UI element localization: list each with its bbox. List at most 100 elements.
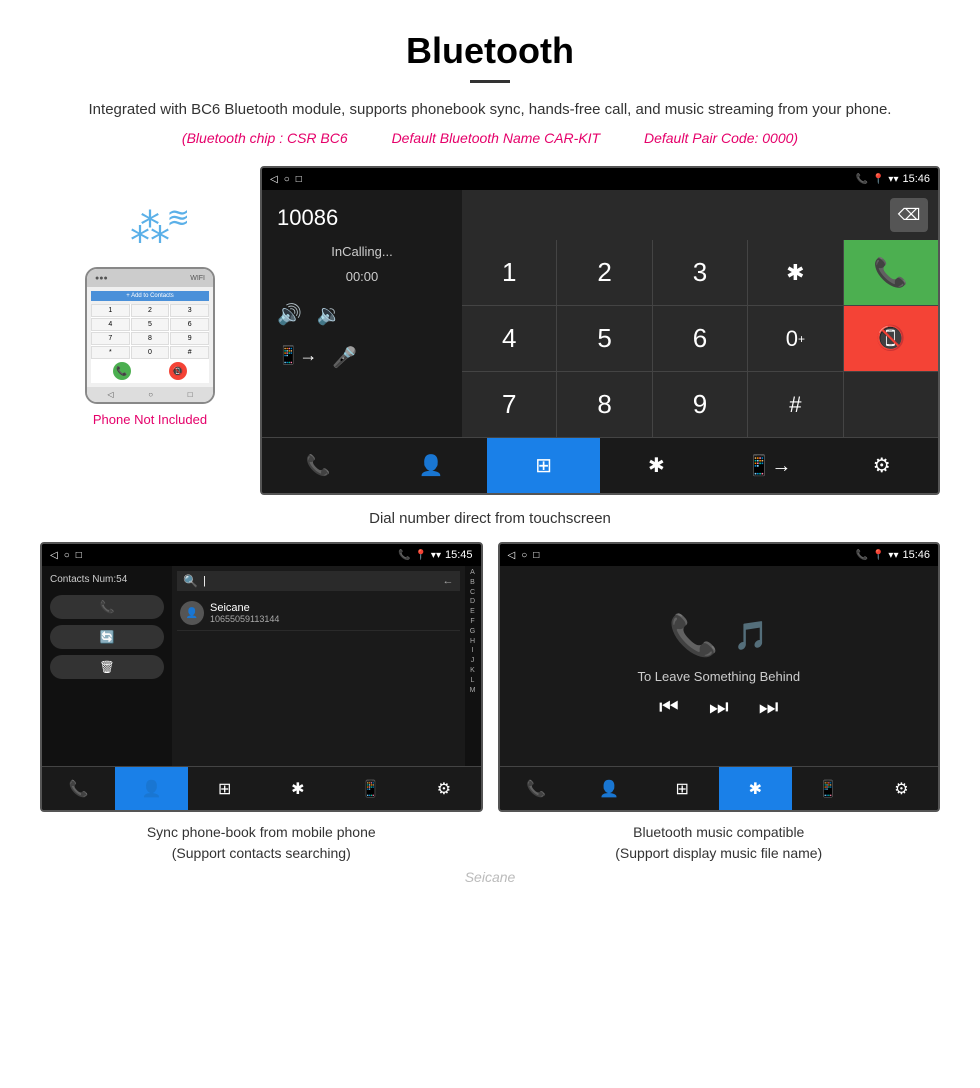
small-nav-settings[interactable]: ⚙	[407, 767, 480, 810]
contacts-recent-icon[interactable]: □	[76, 550, 82, 561]
nav-phone-transfer[interactable]: 📱→	[713, 438, 826, 493]
call-button[interactable]: 📞	[844, 240, 938, 305]
alpha-l[interactable]: L	[471, 676, 475, 686]
music-nav-bluetooth[interactable]: ✱	[719, 767, 792, 810]
bluetooth-info: (Bluetooth chip : CSR BC6 Default Blueto…	[60, 130, 920, 146]
contacts-back-icon[interactable]: ◁	[50, 550, 58, 561]
call-icon: 📞	[856, 174, 868, 185]
key-5[interactable]: 5	[557, 306, 651, 371]
contact-item[interactable]: 👤 Seicane 10655059113144	[177, 596, 460, 631]
small-nav-bluetooth[interactable]: ✱	[261, 767, 334, 810]
phone-screen: + Add to Contacts 1 2 3 4 5 6 7 8 9 * 0	[87, 287, 213, 387]
phone-key-9[interactable]: 9	[170, 332, 209, 345]
search-back-icon[interactable]: ←	[443, 575, 454, 587]
nav-settings[interactable]: ⚙	[825, 438, 938, 493]
sync-action-btn[interactable]: 🔄	[50, 625, 164, 649]
contact-avatar: 👤	[180, 601, 204, 625]
contacts-home-icon[interactable]: ○	[64, 550, 70, 561]
phone-key-star[interactable]: *	[91, 346, 130, 359]
phone-key-hash[interactable]: #	[170, 346, 209, 359]
phone-end-btn[interactable]: 📵	[169, 362, 187, 380]
alpha-j[interactable]: J	[471, 656, 475, 666]
phone-key-7[interactable]: 7	[91, 332, 130, 345]
nav-contacts[interactable]: 👤	[375, 438, 488, 493]
alpha-k[interactable]: K	[470, 666, 475, 676]
key-1[interactable]: 1	[462, 240, 556, 305]
music-caption-text: Bluetooth music compatible	[498, 822, 941, 843]
mic-icon[interactable]: 🎤	[332, 345, 357, 370]
alpha-d[interactable]: D	[470, 597, 475, 607]
key-9[interactable]: 9	[653, 372, 747, 437]
phone-key-0[interactable]: 0	[131, 346, 170, 359]
phone-key-1[interactable]: 1	[91, 304, 130, 317]
contacts-status-right: 📞 📍 ▾▾ 15:45	[398, 549, 472, 561]
key-3[interactable]: 3	[653, 240, 747, 305]
transfer-icon[interactable]: 📱→	[277, 345, 317, 370]
key-7[interactable]: 7	[462, 372, 556, 437]
sync-action-icon: 🔄	[100, 630, 115, 644]
volume-up-icon[interactable]: 🔊	[277, 302, 302, 327]
phone-key-8[interactable]: 8	[131, 332, 170, 345]
alpha-c[interactable]: C	[470, 588, 475, 598]
music-home-icon[interactable]: ○	[521, 550, 527, 561]
phone-call-btn[interactable]: 📞	[113, 362, 131, 380]
header-description: Integrated with BC6 Bluetooth module, su…	[60, 98, 920, 122]
key-2[interactable]: 2	[557, 240, 651, 305]
alpha-a[interactable]: A	[470, 568, 475, 578]
dial-status-bar: ◁ ○ □ 📞 📍 ▾▾ 15:46	[262, 168, 938, 190]
alpha-m[interactable]: M	[470, 686, 476, 696]
music-back-icon[interactable]: ◁	[508, 550, 516, 561]
phone-key-2[interactable]: 2	[131, 304, 170, 317]
volume-down-icon[interactable]: 🔉	[317, 302, 342, 327]
call-action-btn[interactable]: 📞	[50, 595, 164, 619]
recent-nav-icon[interactable]: □	[296, 174, 302, 185]
key-8[interactable]: 8	[557, 372, 651, 437]
play-pause-button[interactable]: ⏭	[709, 694, 729, 720]
backspace-button[interactable]: ⌫	[890, 198, 928, 232]
contacts-list-area: 🔍 | ← 👤 Seicane 10655059113144	[172, 566, 465, 766]
alpha-g[interactable]: G	[470, 627, 475, 637]
delete-action-btn[interactable]: 🗑	[50, 655, 164, 679]
music-nav-contacts[interactable]: 👤	[573, 767, 646, 810]
music-recent-icon[interactable]: □	[533, 550, 539, 561]
home-nav-icon[interactable]: ○	[284, 174, 290, 185]
phone-key-3[interactable]: 3	[170, 304, 209, 317]
music-nav-settings[interactable]: ⚙	[865, 767, 938, 810]
key-6[interactable]: 6	[653, 306, 747, 371]
back-nav-icon[interactable]: ◁	[270, 174, 278, 185]
nav-call[interactable]: 📞	[262, 438, 375, 493]
music-status-bar: ◁ ○ □ 📞 📍 ▾▾ 15:46	[500, 544, 939, 566]
small-nav-contacts[interactable]: 👤	[115, 767, 188, 810]
dial-left-panel: 10086 InCalling... 00:00 🔊 🔉 📱→ 🎤	[262, 190, 462, 437]
alpha-b[interactable]: B	[470, 578, 475, 588]
dial-calling-status: InCalling...	[277, 244, 447, 259]
nav-dialpad[interactable]: ⊞	[487, 438, 600, 493]
key-star[interactable]: ✱	[748, 240, 842, 305]
phone-key-5[interactable]: 5	[131, 318, 170, 331]
alpha-e[interactable]: E	[470, 607, 475, 617]
next-track-button[interactable]: ⏭	[759, 694, 779, 720]
wifi-icon: ▾▾	[888, 174, 898, 185]
key-4[interactable]: 4	[462, 306, 556, 371]
end-call-button[interactable]: 📵	[844, 306, 938, 371]
header-section: Bluetooth Integrated with BC6 Bluetooth …	[0, 0, 980, 156]
contact-name: Seicane	[210, 602, 457, 614]
alpha-i[interactable]: I	[472, 646, 474, 656]
alpha-f[interactable]: F	[470, 617, 474, 627]
alpha-h[interactable]: H	[470, 637, 475, 647]
nav-bluetooth[interactable]: ✱	[600, 438, 713, 493]
contact-search-bar[interactable]: 🔍 | ←	[177, 571, 460, 591]
music-nav-transfer[interactable]: 📱	[792, 767, 865, 810]
phone-key-4[interactable]: 4	[91, 318, 130, 331]
small-nav-transfer[interactable]: 📱	[334, 767, 407, 810]
music-nav-call[interactable]: 📞	[500, 767, 573, 810]
music-nav-dialpad[interactable]: ⊞	[646, 767, 719, 810]
key-hash[interactable]: #	[748, 372, 842, 437]
phone-not-included-label: Phone Not Included	[93, 412, 207, 427]
prev-track-button[interactable]: ⏮	[659, 694, 679, 720]
phone-key-6[interactable]: 6	[170, 318, 209, 331]
key-0plus[interactable]: 0+	[748, 306, 842, 371]
main-content: ⁂ ≋ ●●● WIFI + Add to Contacts 1 2 3 4	[0, 156, 980, 910]
small-nav-dialpad[interactable]: ⊞	[188, 767, 261, 810]
small-nav-call[interactable]: 📞	[42, 767, 115, 810]
